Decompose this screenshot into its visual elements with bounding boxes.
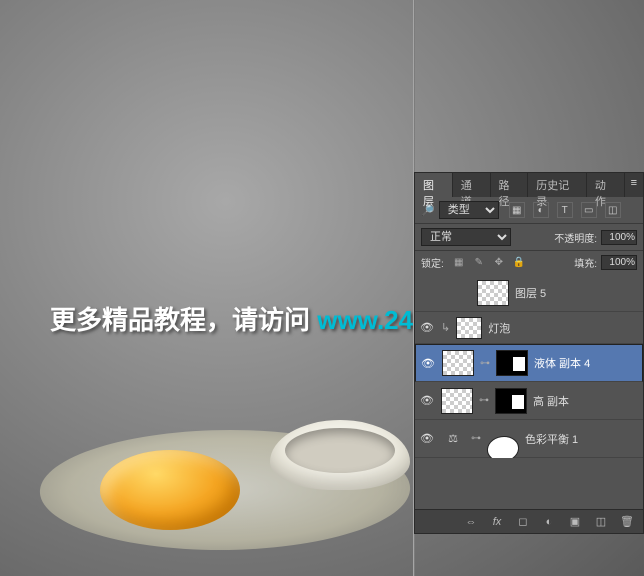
mask-link-icon[interactable]: ⊶ [479, 395, 489, 406]
tab-paths[interactable]: 路径 [491, 173, 529, 197]
layer-row[interactable]: 图层 5 [415, 274, 643, 312]
egg-illustration [40, 420, 410, 560]
opacity-input[interactable] [601, 230, 637, 245]
add-mask-icon[interactable]: ◻ [515, 514, 531, 530]
fill-label: 填充: [574, 255, 597, 270]
link-layers-icon[interactable]: ⇔ [463, 514, 479, 530]
layer-thumbnail[interactable] [441, 388, 473, 414]
search-icon[interactable]: 🔎 [421, 204, 435, 217]
panel-bottom-bar: ⇔ fx ◻ ◐ ▣ ◫ 🗑 [415, 509, 643, 533]
watermark-prefix: 更多精品教程，请访问 [50, 305, 317, 335]
layer-name[interactable]: 高 副本 [533, 393, 639, 409]
mask-link-icon[interactable]: ⊶ [471, 433, 481, 444]
filter-icons: ▦ ◐ T ▭ ◫ [509, 202, 621, 218]
layer-name[interactable]: 色彩平衡 1 [525, 431, 639, 447]
tab-history[interactable]: 历史记录 [528, 173, 587, 197]
filter-kind-select[interactable]: 类型 [439, 201, 499, 219]
lock-icons: ▦ ✎ ✥ 🔒 [452, 256, 526, 270]
layers-list: 图层 5 👁 ↳ 灯泡 👁 ⊶ 液体 副本 4 👁 ⊶ 高 副本 👁 ⚖ ⊶ [415, 274, 643, 458]
visibility-toggle[interactable]: 👁 [419, 431, 435, 447]
tab-actions[interactable]: 动作 [587, 173, 625, 197]
filter-shape-icon[interactable]: ▭ [581, 202, 597, 218]
egg-shell [270, 420, 410, 490]
layer-mask-thumbnail[interactable] [486, 436, 520, 459]
opacity-label: 不透明度: [554, 230, 597, 245]
layer-name[interactable]: 灯泡 [488, 320, 639, 336]
layer-row[interactable]: 👁 ⚖ ⊶ 色彩平衡 1 [415, 420, 643, 458]
lock-label: 锁定: [421, 255, 444, 270]
layer-mask-thumbnail[interactable] [495, 388, 527, 414]
layers-panel: 图层 通道 路径 历史记录 动作 ≡ 🔎 类型 ▦ ◐ T ▭ ◫ 正常 不透明… [414, 172, 644, 534]
layer-name[interactable]: 图层 5 [515, 285, 639, 301]
delete-layer-icon[interactable]: 🗑 [619, 514, 635, 530]
lock-brush-icon[interactable]: ✎ [472, 256, 486, 270]
filter-type-icon[interactable]: T [557, 202, 573, 218]
new-layer-icon[interactable]: ◫ [593, 514, 609, 530]
clip-indicator-icon: ↳ [441, 321, 450, 334]
layer-thumbnail[interactable] [477, 280, 509, 306]
lock-row: 锁定: ▦ ✎ ✥ 🔒 填充: [415, 251, 643, 274]
new-group-icon[interactable]: ▣ [567, 514, 583, 530]
visibility-toggle[interactable]: 👁 [419, 320, 435, 336]
visibility-toggle[interactable]: 👁 [420, 355, 436, 371]
layer-thumbnail[interactable] [442, 350, 474, 376]
visibility-toggle[interactable]: 👁 [419, 393, 435, 409]
fill-input[interactable] [601, 255, 637, 270]
lock-pixels-icon[interactable]: ▦ [452, 256, 466, 270]
filter-row: 🔎 类型 ▦ ◐ T ▭ ◫ [415, 197, 643, 223]
lock-all-icon[interactable]: 🔒 [512, 256, 526, 270]
visibility-toggle[interactable] [455, 285, 471, 301]
layer-mask-thumbnail[interactable] [496, 350, 528, 376]
layer-thumbnail[interactable] [456, 317, 482, 339]
filter-adjustment-icon[interactable]: ◐ [533, 202, 549, 218]
tab-layers[interactable]: 图层 [415, 173, 453, 197]
new-adjustment-icon[interactable]: ◐ [541, 514, 557, 530]
lock-move-icon[interactable]: ✥ [492, 256, 506, 270]
color-balance-icon: ⚖ [441, 429, 465, 449]
panel-tabs: 图层 通道 路径 历史记录 动作 ≡ [415, 173, 643, 197]
layer-name[interactable]: 液体 副本 4 [534, 355, 638, 371]
tab-channels[interactable]: 通道 [453, 173, 491, 197]
layer-row[interactable]: 👁 ↳ 灯泡 [415, 312, 643, 344]
mask-link-icon[interactable]: ⊶ [480, 358, 490, 369]
layer-row[interactable]: 👁 ⊶ 液体 副本 4 [415, 344, 643, 382]
filter-image-icon[interactable]: ▦ [509, 202, 525, 218]
panel-menu-icon[interactable]: ≡ [625, 173, 643, 197]
layer-row[interactable]: 👁 ⊶ 高 副本 [415, 382, 643, 420]
blend-row: 正常 不透明度: [415, 223, 643, 251]
filter-smart-icon[interactable]: ◫ [605, 202, 621, 218]
egg-yolk [100, 450, 240, 530]
blend-mode-select[interactable]: 正常 [421, 228, 511, 246]
fx-icon[interactable]: fx [489, 514, 505, 530]
